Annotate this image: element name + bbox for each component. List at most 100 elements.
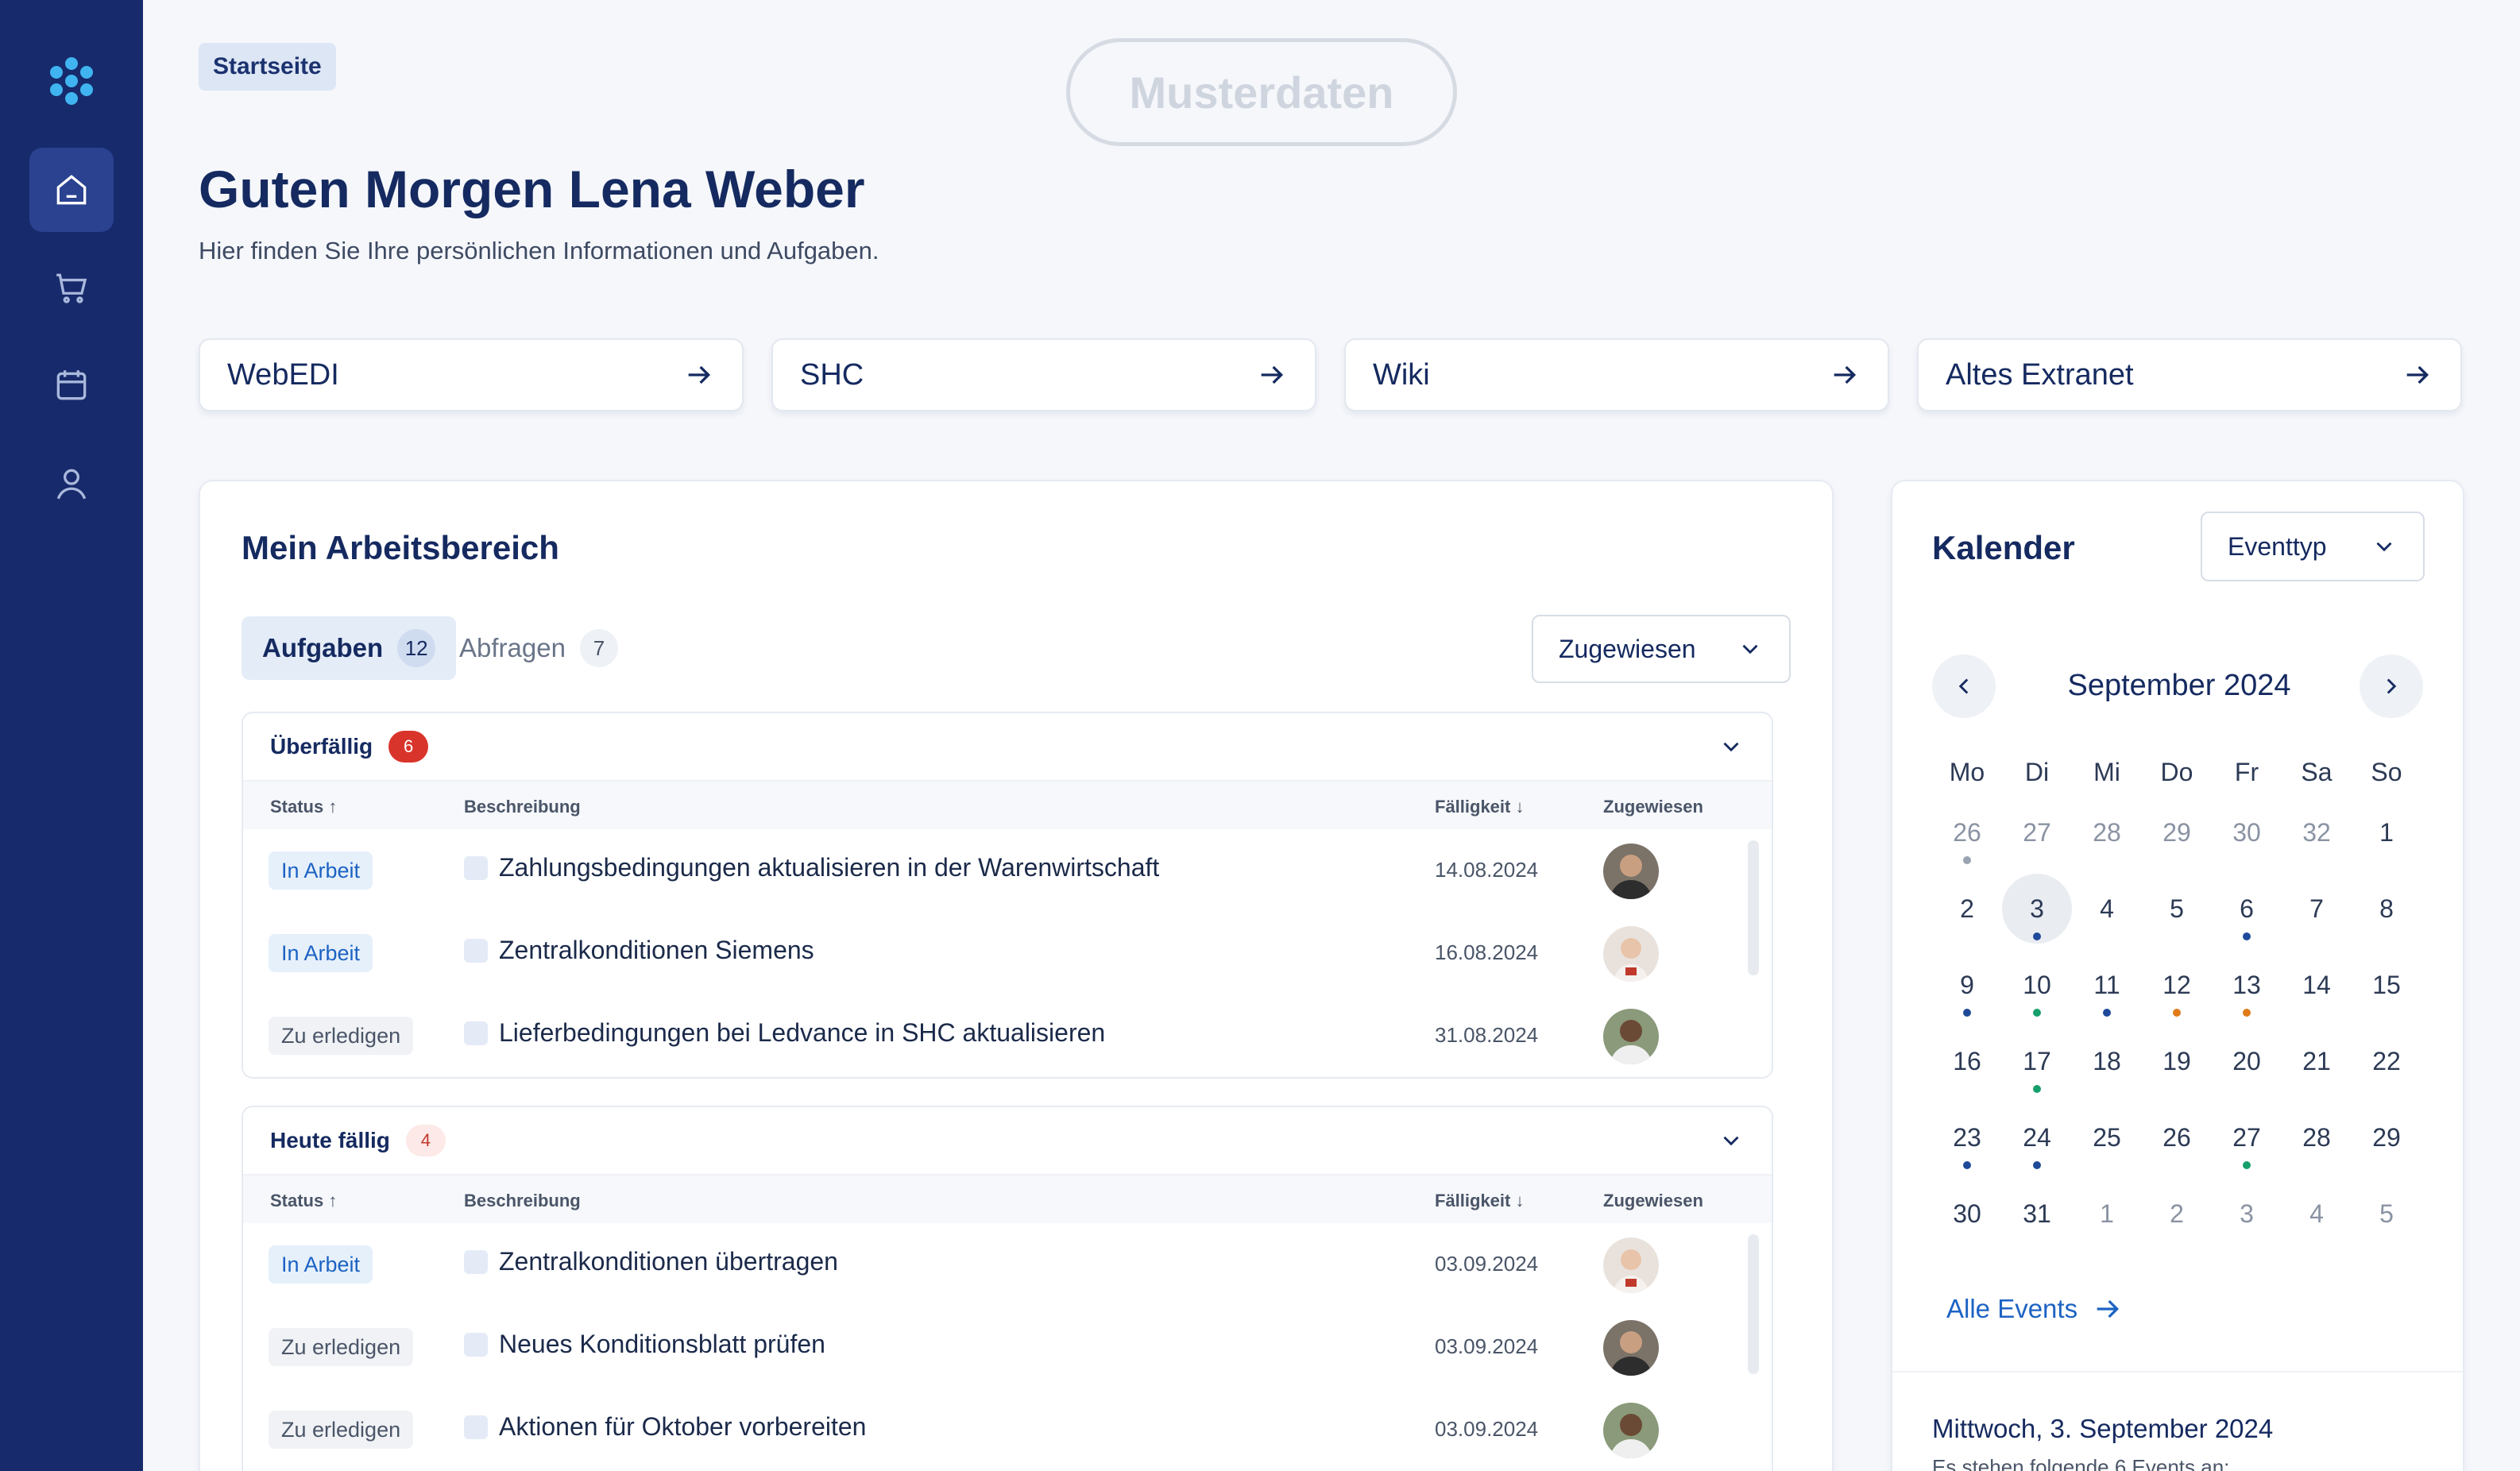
- table-row[interactable]: In Arbeit Zahlungsbedingungen aktualisie…: [243, 829, 1772, 912]
- calendar-day[interactable]: 25: [2072, 1102, 2142, 1172]
- scrollbar[interactable]: [1748, 1234, 1759, 1374]
- avatar[interactable]: [1603, 1237, 1659, 1293]
- group-header[interactable]: Überfällig 6: [243, 713, 1772, 780]
- quick-link-shc[interactable]: SHC: [771, 338, 1316, 411]
- calendar-day[interactable]: 5: [2352, 1179, 2421, 1249]
- calendar-day[interactable]: 1: [2352, 797, 2421, 867]
- table-row[interactable]: In Arbeit Zentralkonditionen übertragen …: [243, 1223, 1772, 1306]
- calendar-day[interactable]: 23: [1932, 1102, 2002, 1172]
- calendar-day[interactable]: 29: [2352, 1102, 2421, 1172]
- calendar-day[interactable]: 28: [2282, 1102, 2352, 1172]
- all-events-link[interactable]: Alle Events: [1946, 1293, 2124, 1325]
- calendar-day[interactable]: 27: [2002, 797, 2072, 867]
- calendar-day[interactable]: 18: [2072, 1026, 2142, 1096]
- breadcrumb[interactable]: Startseite: [199, 43, 336, 91]
- calendar-day[interactable]: 8: [2352, 874, 2421, 944]
- calendar-day[interactable]: 27: [2212, 1102, 2282, 1172]
- calendar-day[interactable]: 4: [2282, 1179, 2352, 1249]
- nav-cart[interactable]: [29, 246, 114, 330]
- calendar-day[interactable]: 15: [2352, 950, 2421, 1020]
- due-date: 03.09.2024: [1435, 1252, 1539, 1276]
- calendar-day[interactable]: 10: [2002, 950, 2072, 1020]
- quick-link-webedi[interactable]: WebEDI: [199, 338, 744, 411]
- calendar-day[interactable]: 17: [2002, 1026, 2072, 1096]
- next-month-button[interactable]: [2360, 654, 2423, 718]
- day-number: 3: [2030, 894, 2044, 923]
- calendar-day[interactable]: 22: [2352, 1026, 2421, 1096]
- calendar-day[interactable]: 20: [2212, 1026, 2282, 1096]
- due-date: 03.09.2024: [1435, 1417, 1539, 1441]
- calendar-day[interactable]: 29: [2142, 797, 2212, 867]
- calendar-day[interactable]: 6: [2212, 874, 2282, 944]
- avatar[interactable]: [1603, 1403, 1659, 1458]
- chevron-down-icon[interactable]: [1718, 1127, 1745, 1154]
- cart-icon: [56, 273, 87, 303]
- status-badge: In Arbeit: [269, 851, 373, 890]
- weekday-label: So: [2371, 758, 2402, 786]
- calendar-day[interactable]: 31: [2002, 1179, 2072, 1249]
- calendar-day[interactable]: 2: [2142, 1179, 2212, 1249]
- chevron-down-icon: [2376, 542, 2392, 552]
- avatar[interactable]: [1603, 1320, 1659, 1376]
- calendar-day[interactable]: 30: [2212, 797, 2282, 867]
- column-status[interactable]: Status ↑: [270, 1191, 337, 1211]
- selected-date: Mittwoch, 3. September 2024: [1932, 1414, 2274, 1443]
- calendar-day[interactable]: 28: [2072, 797, 2142, 867]
- quick-link-wiki[interactable]: Wiki: [1344, 338, 1889, 411]
- event-type-dropdown[interactable]: Eventtyp: [2201, 512, 2425, 581]
- calendar-day[interactable]: 24: [2002, 1102, 2072, 1172]
- calendar-day[interactable]: 5: [2142, 874, 2212, 944]
- chevron-down-icon[interactable]: [1718, 733, 1745, 760]
- tab-abfragen[interactable]: Abfragen 7: [439, 616, 639, 680]
- calendar-day[interactable]: 1: [2072, 1179, 2142, 1249]
- avatar[interactable]: [1603, 926, 1659, 982]
- nav-home[interactable]: [29, 148, 114, 232]
- event-dot: [2173, 1009, 2181, 1017]
- quick-link-altes-extranet[interactable]: Altes Extranet: [1917, 338, 2462, 411]
- calendar-day[interactable]: 12: [2142, 950, 2212, 1020]
- calendar-day[interactable]: 19: [2142, 1026, 2212, 1096]
- calendar-day[interactable]: 21: [2282, 1026, 2352, 1096]
- calendar-day[interactable]: 26: [1932, 797, 2002, 867]
- day-number: 28: [2093, 818, 2121, 847]
- calendar-day[interactable]: 2: [1932, 874, 2002, 944]
- table-row[interactable]: Zu erledigen Lieferbedingungen bei Ledva…: [243, 994, 1772, 1077]
- day-number: 4: [2309, 1199, 2324, 1228]
- divider: [1892, 1371, 2463, 1373]
- avatar[interactable]: [1603, 1009, 1659, 1064]
- workspace-card: Mein Arbeitsbereich Aufgaben 12 Abfragen…: [199, 480, 1834, 1471]
- avatar[interactable]: [1603, 844, 1659, 899]
- table-row[interactable]: In Arbeit Zentralkonditionen Siemens 16.…: [243, 912, 1772, 994]
- group-header[interactable]: Heute fällig 4: [243, 1107, 1772, 1174]
- table-row[interactable]: Zu erledigen Neues Konditionsblatt prüfe…: [243, 1306, 1772, 1388]
- calendar-day[interactable]: 14: [2282, 950, 2352, 1020]
- calendar-day[interactable]: 32: [2282, 797, 2352, 867]
- assigned-filter-dropdown[interactable]: Zugewiesen: [1532, 615, 1791, 683]
- row-description: Neues Konditionsblatt prüfen: [464, 1330, 825, 1359]
- calendar-day[interactable]: 30: [1932, 1179, 2002, 1249]
- scrollbar[interactable]: [1748, 840, 1759, 975]
- arrow-right-icon: [2406, 365, 2429, 384]
- column-due[interactable]: Fälligkeit ↓: [1435, 1191, 1524, 1211]
- calendar-title: Kalender: [1932, 529, 2075, 566]
- calendar-day[interactable]: 13: [2212, 950, 2282, 1020]
- calendar-day[interactable]: 16: [1932, 1026, 2002, 1096]
- calendar-day[interactable]: 7: [2282, 874, 2352, 944]
- column-status[interactable]: Status ↑: [270, 797, 337, 817]
- calendar-day[interactable]: 3: [2002, 874, 2072, 944]
- nav-profile[interactable]: [29, 442, 114, 526]
- weekday-label: Fr: [2234, 758, 2259, 786]
- calendar-day[interactable]: 4: [2072, 874, 2142, 944]
- calendar-day[interactable]: 26: [2142, 1102, 2212, 1172]
- tab-aufgaben[interactable]: Aufgaben 12: [242, 616, 457, 680]
- calendar-day[interactable]: 3: [2212, 1179, 2282, 1249]
- description-text: Neues Konditionsblatt prüfen: [499, 1330, 825, 1358]
- row-description: Lieferbedingungen bei Ledvance in SHC ak…: [464, 1018, 1105, 1048]
- day-number: 6: [2240, 894, 2254, 923]
- calendar-day[interactable]: 9: [1932, 950, 2002, 1020]
- column-due[interactable]: Fälligkeit ↓: [1435, 797, 1524, 817]
- logo[interactable]: [46, 56, 97, 106]
- nav-calendar[interactable]: [29, 343, 114, 427]
- calendar-day[interactable]: 11: [2072, 950, 2142, 1020]
- table-row[interactable]: Zu erledigen Aktionen für Oktober vorber…: [243, 1388, 1772, 1471]
